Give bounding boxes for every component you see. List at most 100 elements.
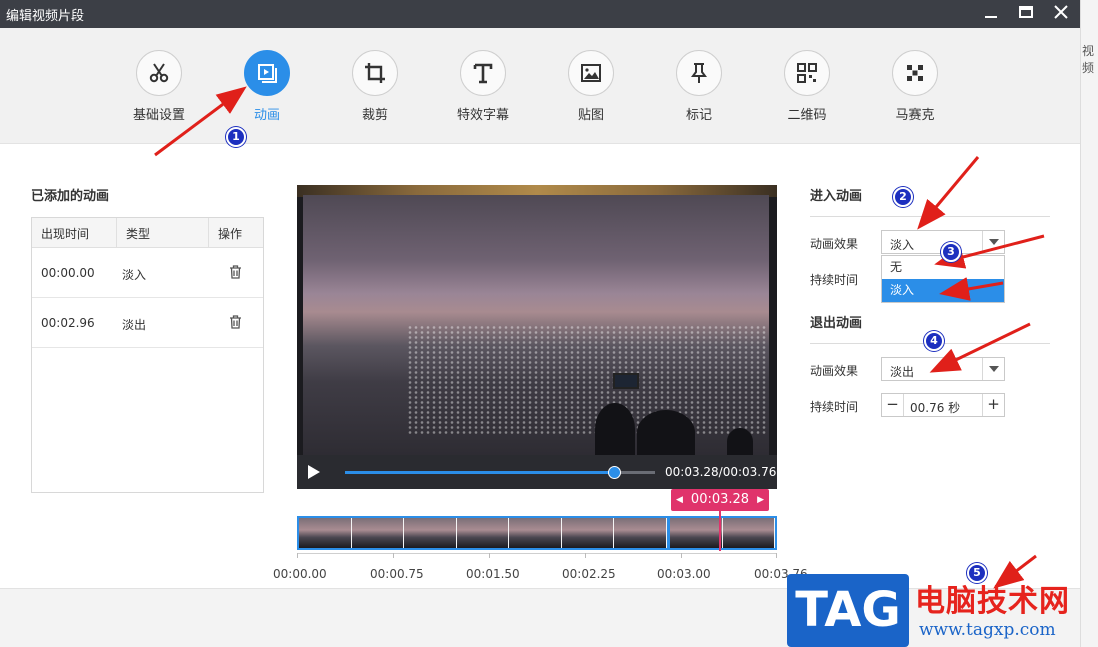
- text-icon: [473, 63, 493, 84]
- background-window-edge: 视频: [1080, 0, 1098, 647]
- play-frame-icon: [258, 64, 277, 83]
- enter-effect-label: 动画效果: [810, 237, 859, 251]
- playhead-marker[interactable]: ◀ 00:03.28 ▶: [671, 489, 769, 511]
- delete-icon[interactable]: [229, 315, 242, 329]
- annotation-badge: 2: [893, 187, 913, 207]
- image-icon: [581, 64, 601, 82]
- ruler-tick: [585, 553, 586, 558]
- tab-label: 贴图: [577, 108, 604, 123]
- tab-label: 动画: [253, 108, 280, 123]
- scissors-icon: [149, 63, 169, 83]
- table-header: 出现时间 类型 操作: [32, 218, 263, 248]
- timeline-ruler: [297, 553, 777, 561]
- maximize-button[interactable]: [1013, 2, 1039, 26]
- annotation-arrow: [917, 156, 980, 230]
- annotation-badge: 4: [924, 331, 944, 351]
- tab-crop[interactable]: 裁剪: [335, 50, 415, 123]
- minimize-icon: [985, 16, 997, 18]
- dropdown-option-none[interactable]: 无: [882, 256, 1004, 279]
- marker-right-arrow-icon[interactable]: ▶: [757, 489, 764, 511]
- timeline-thumb: [561, 518, 615, 548]
- exit-duration-label: 持续时间: [810, 400, 859, 414]
- timeline-label: 00:00.00: [273, 567, 327, 581]
- silhouette: [727, 428, 753, 455]
- timeline-label: 00:03.00: [657, 567, 711, 581]
- crop-icon: [365, 63, 385, 83]
- chevron-down-icon: [988, 366, 999, 372]
- phone-screen: [613, 373, 639, 389]
- tab-mark[interactable]: 标记: [659, 50, 739, 123]
- silhouette: [595, 403, 635, 455]
- qrcode-icon: [797, 63, 817, 83]
- watermark-name: 电脑技术网: [915, 584, 1070, 619]
- feature-toolbar: 基础设置 动画 裁剪 特效字幕 贴图 标记 二维码 马赛克: [0, 28, 1080, 144]
- watermark-url: www.tagxp.com: [919, 620, 1056, 640]
- ruler-tick: [393, 553, 394, 558]
- added-animations-table: 出现时间 类型 操作 00:00.00 淡入 00:02.96 淡出: [31, 217, 264, 493]
- video-lights: [407, 325, 767, 435]
- timeline-thumb: [614, 518, 667, 548]
- tab-label: 裁剪: [361, 108, 388, 123]
- tab-qrcode[interactable]: 二维码: [767, 50, 847, 123]
- maximize-icon: [1019, 6, 1033, 18]
- tab-animation[interactable]: 动画: [227, 50, 307, 123]
- table-row[interactable]: 00:00.00 淡入: [32, 248, 263, 298]
- watermark: TAG 电脑技术网 www.tagxp.com: [787, 574, 1098, 647]
- video-preview[interactable]: [297, 185, 777, 455]
- chevron-down-icon: [988, 239, 999, 245]
- row-time: 00:02.96: [41, 316, 95, 330]
- pin-icon: [691, 63, 707, 83]
- timeline-label: 00:00.75: [370, 567, 424, 581]
- increment-button[interactable]: +: [982, 394, 1004, 416]
- row-time: 00:00.00: [41, 266, 95, 280]
- timeline-thumb: [351, 518, 405, 548]
- exit-effect-select[interactable]: 淡出: [881, 357, 1005, 381]
- tab-mosaic[interactable]: 马赛克: [875, 50, 955, 123]
- play-icon[interactable]: [307, 464, 321, 480]
- progress-fill: [345, 471, 615, 474]
- dropdown-option-fade-in[interactable]: 淡入: [882, 279, 1004, 302]
- playhead-line: [719, 511, 721, 551]
- timeline-label: 00:02.25: [562, 567, 616, 581]
- row-type: 淡出: [122, 318, 147, 332]
- tab-sticker[interactable]: 贴图: [551, 50, 631, 123]
- column-action: 操作: [218, 227, 243, 241]
- ruler-tick: [681, 553, 682, 558]
- player-controls: 00:03.28/00:03.76: [297, 455, 777, 489]
- exit-animation-title: 退出动画: [810, 316, 863, 331]
- mosaic-icon: [907, 65, 923, 81]
- enter-effect-value: 淡入: [890, 238, 915, 252]
- silhouette: [637, 410, 695, 455]
- row-type: 淡入: [122, 268, 147, 282]
- tab-basic-settings[interactable]: 基础设置: [119, 50, 199, 123]
- decrement-button[interactable]: −: [882, 394, 904, 416]
- timeline-thumb: [299, 518, 352, 548]
- close-button[interactable]: [1048, 2, 1074, 26]
- exit-duration-stepper[interactable]: − 00.76 秒 +: [881, 393, 1005, 417]
- progress-bar[interactable]: [345, 466, 655, 479]
- timeline-strip[interactable]: [297, 516, 777, 550]
- enter-effect-dropdown: 无 淡入: [881, 255, 1005, 303]
- divider: [810, 216, 1050, 217]
- edge-text: 视频: [1082, 44, 1095, 75]
- ruler-tick: [489, 553, 490, 558]
- delete-icon[interactable]: [229, 265, 242, 279]
- title-bar: 编辑视频片段: [0, 0, 1080, 28]
- table-row[interactable]: 00:02.96 淡出: [32, 298, 263, 348]
- exit-effect-value: 淡出: [890, 365, 915, 379]
- watermark-logo: TAG: [787, 574, 909, 647]
- exit-duration-value[interactable]: 00.76 秒: [910, 399, 960, 416]
- timeline-thumb: [456, 518, 510, 548]
- minimize-button[interactable]: [978, 2, 1004, 26]
- timeline-thumb: [509, 518, 562, 548]
- progress-handle[interactable]: [607, 466, 621, 479]
- tab-subtitles[interactable]: 特效字幕: [443, 50, 523, 123]
- ruler-tick: [776, 553, 777, 558]
- column-type: 类型: [126, 227, 151, 241]
- annotation-badge: 1: [226, 127, 246, 147]
- column-time: 出现时间: [41, 227, 90, 241]
- tab-label: 标记: [685, 108, 712, 123]
- enter-animation-title: 进入动画: [810, 189, 863, 204]
- marker-left-arrow-icon[interactable]: ◀: [676, 489, 683, 511]
- timeline-label: 00:01.50: [466, 567, 520, 581]
